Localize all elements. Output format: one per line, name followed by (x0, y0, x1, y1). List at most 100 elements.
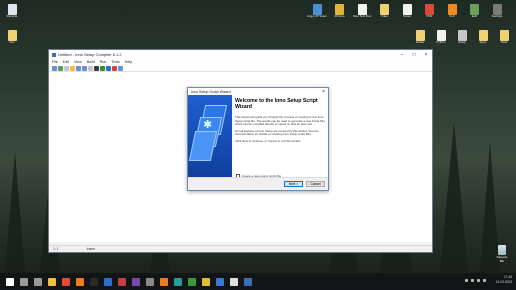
desktop-icon[interactable]: Recycle (2, 4, 22, 19)
desktop-icon[interactable]: Files (375, 4, 395, 19)
desktop-icon[interactable]: Doc (2, 30, 22, 45)
toolbar-button-icon[interactable] (64, 65, 69, 71)
menu-item-run[interactable]: Run (100, 60, 107, 64)
desktop-icon-label: Setup (458, 41, 466, 44)
edit-mode: Insert (86, 247, 96, 251)
toolbar-button-icon[interactable] (100, 65, 105, 71)
taskbar-app-orange-icon[interactable] (160, 277, 168, 286)
desktop-icon-label: Tools (500, 41, 508, 44)
desktop-icon-label: Python (436, 41, 446, 44)
taskbar-explorer-icon[interactable] (48, 277, 56, 286)
dialog-titlebar[interactable]: Inno Setup Script Wizard × (188, 88, 328, 95)
file-icon (499, 30, 509, 41)
dialog-button-bar: Next > Cancel (188, 177, 328, 190)
inno-app-icon (52, 52, 56, 57)
desktop-icon-label: New Text Doc (352, 15, 372, 18)
taskbar-app-white-icon[interactable] (230, 277, 238, 286)
taskbar-app-blue2-icon[interactable] (216, 277, 224, 286)
taskbar-app-green-icon[interactable] (188, 277, 196, 286)
desktop-icon[interactable]: Edit (465, 4, 485, 19)
taskbar-inno-setup-icon[interactable] (244, 277, 252, 286)
desktop-icon-label: Notes (403, 15, 411, 18)
toolbar-button-icon[interactable] (58, 65, 63, 71)
desktop-icon[interactable]: Python (431, 30, 451, 45)
desktop-icon[interactable]: VLC (442, 4, 462, 19)
desktop-icon-label: Doc (9, 41, 15, 44)
star-icon: ✱ (203, 118, 213, 131)
desktop-icon[interactable]: Chrome (330, 4, 350, 19)
system-tray-icons[interactable] (465, 279, 486, 282)
file-icon (425, 4, 434, 15)
taskbar-task-view-icon[interactable] (34, 277, 42, 286)
toolbar-button-icon[interactable] (118, 65, 123, 71)
dialog-close-icon[interactable]: × (319, 89, 328, 95)
menu-item-help[interactable]: Help (125, 60, 132, 64)
menu-item-view[interactable]: View (74, 60, 82, 64)
maximize-icon[interactable]: □ (408, 52, 420, 58)
desktop-icon-label: PDF (426, 15, 433, 18)
window-title: Untitled - Inno Setup Compiler 6.1.2 (58, 52, 122, 57)
desktop-icon[interactable]: Apps (473, 30, 493, 45)
taskbar-terminal-icon[interactable] (90, 277, 98, 286)
taskbar-app-blue-icon[interactable] (104, 277, 112, 286)
taskbar-start-icon[interactable] (6, 277, 14, 286)
taskbar-app-grey-icon[interactable] (146, 277, 154, 286)
wizard-heading: Welcome to the Inno Setup Script Wizard (235, 98, 318, 110)
taskbar-app-yellow-icon[interactable] (202, 277, 210, 286)
clock[interactable]: 17:46 14-03-2023 (496, 275, 512, 284)
desktop-icon[interactable]: Settings (487, 4, 507, 19)
toolbar-button-icon[interactable] (94, 65, 99, 71)
file-icon (470, 4, 479, 15)
desktop-icon[interactable]: New Text Doc (352, 4, 372, 19)
toolbar (49, 65, 432, 72)
desktop-icon[interactable]: Folder (410, 30, 430, 45)
toolbar-button-icon[interactable] (82, 65, 87, 71)
taskbar-app-purple-icon[interactable] (132, 277, 140, 286)
status-bar: 1: 1 Insert (49, 245, 432, 252)
desktop-icon[interactable]: Setup (452, 30, 472, 45)
taskbar-firefox-icon[interactable] (76, 277, 84, 286)
menu-item-file[interactable]: File (52, 60, 58, 64)
menu-item-tools[interactable]: Tools (111, 60, 119, 64)
toolbar-button-icon[interactable] (70, 65, 75, 71)
recycle-bin-label: Recycle Bin (496, 255, 508, 263)
desktop-icon-label: Files (381, 15, 388, 18)
close-icon[interactable]: × (420, 52, 432, 58)
file-icon (335, 4, 344, 15)
file-icon (312, 4, 322, 15)
wizard-content: Welcome to the Inno Setup Script Wizard … (235, 98, 327, 147)
file-icon (436, 30, 446, 41)
minimize-icon[interactable]: – (396, 52, 408, 58)
cancel-button[interactable]: Cancel (306, 181, 325, 187)
file-icon (457, 30, 467, 41)
desktop-icon-label: Recycle (6, 15, 18, 18)
desktop-icon-label: VLC (449, 15, 455, 18)
file-icon (492, 4, 502, 15)
menu-item-build[interactable]: Build (87, 60, 95, 64)
window-titlebar[interactable]: Untitled - Inno Setup Compiler 6.1.2 – □… (49, 50, 432, 59)
toolbar-button-icon[interactable] (112, 65, 117, 71)
menu-item-edit[interactable]: Edit (63, 60, 69, 64)
file-icon (380, 4, 389, 15)
next-button[interactable]: Next > (284, 181, 303, 187)
script-wizard-dialog: Inno Setup Script Wizard × ✱ Welcome to … (187, 87, 329, 191)
toolbar-button-icon[interactable] (88, 65, 93, 71)
file-icon (447, 4, 457, 15)
taskbar-app-teal-icon[interactable] (174, 277, 182, 286)
file-icon (478, 30, 488, 41)
toolbar-button-icon[interactable] (52, 65, 57, 71)
taskbar-chrome-icon[interactable] (62, 277, 70, 286)
taskbar-app-red-icon[interactable] (118, 277, 126, 286)
file-icon (415, 30, 425, 41)
taskbar-search-icon[interactable] (20, 277, 28, 286)
recycle-bin-desktop-icon[interactable]: Recycle Bin (496, 245, 508, 263)
desktop-icon[interactable]: Tools (494, 30, 514, 45)
desktop-icon-label: Chrome (334, 15, 345, 18)
file-icon (7, 4, 17, 15)
desktop-icon[interactable]: Angry IP Scanner (307, 4, 327, 19)
toolbar-button-icon[interactable] (76, 65, 81, 71)
desktop-icon[interactable]: PDF (420, 4, 440, 19)
clock-date: 14-03-2023 (495, 279, 512, 284)
desktop-icon[interactable]: Notes (397, 4, 417, 19)
toolbar-button-icon[interactable] (106, 65, 111, 71)
